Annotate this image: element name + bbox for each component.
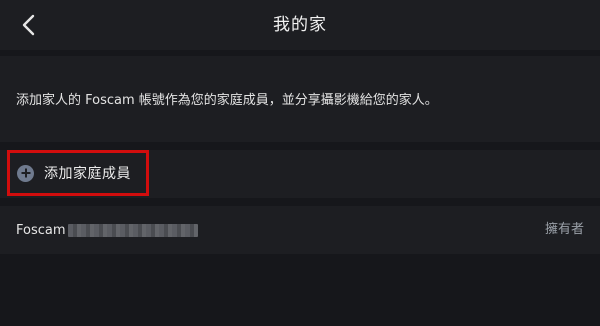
obscured-account-text [67,223,198,237]
list-item[interactable]: Foscam 擁有者 [0,206,600,254]
description-text: 添加家人的 Foscam 帳號作為您的家庭成員，並分享攝影機給您的家人。 [16,93,438,108]
description-panel: 添加家人的 Foscam 帳號作為您的家庭成員，並分享攝影機給您的家人。 [0,56,600,142]
top-bar: 我的家 [0,0,600,50]
my-home-page: 我的家 添加家人的 Foscam 帳號作為您的家庭成員，並分享攝影機給您的家人。… [0,0,600,326]
member-name-text: Foscam [16,222,66,238]
add-member-panel: 添加家庭成員 [0,150,600,198]
page-title: 我的家 [273,15,327,35]
add-family-member-button[interactable]: 添加家庭成員 [7,150,149,196]
member-role: 擁有者 [544,222,584,237]
member-name: Foscam [16,206,198,254]
plus-circle-icon [17,164,34,182]
add-family-member-label: 添加家庭成員 [44,166,131,182]
